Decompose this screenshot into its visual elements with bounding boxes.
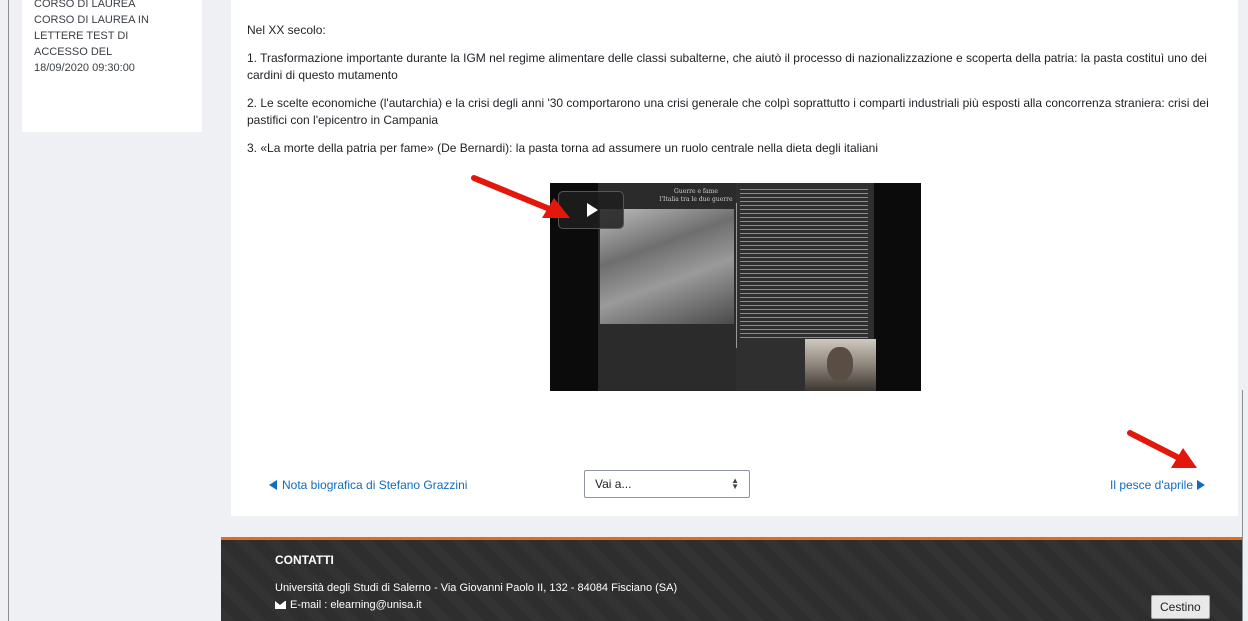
prev-activity-label: Nota biografica di Stefano Grazzini [282, 478, 468, 492]
next-activity-label: Il pesce d'aprile [1109, 478, 1193, 492]
play-icon [587, 203, 598, 217]
course-title-line: ACCESSO del [34, 46, 113, 58]
caret-left-icon [269, 480, 277, 490]
footer-address: Università degli Studi di Salerno - Via … [275, 582, 678, 594]
sidebar-course-card: CORSO DI LAUREA CORSO DI LAUREA IN LETTE… [22, 0, 202, 132]
video-player[interactable]: Guerre e fame l'Italia tra le due guerre [550, 183, 921, 391]
course-title-line: 18/09/2020 09:30:00 [34, 62, 135, 74]
content-paragraph: 3. «La morte della patria per fame» (De … [247, 141, 879, 155]
course-title-line: CORSO DI LAUREA [34, 0, 136, 10]
slide-text-block [740, 189, 868, 339]
presenter-head [827, 347, 853, 381]
course-title-line: CORSO DI LAUREA IN [34, 14, 149, 26]
jump-to-label: Vai a... [595, 477, 632, 491]
slide-divider [736, 203, 737, 348]
play-button[interactable] [558, 191, 624, 229]
slide-title: Guerre e fame l'Italia tra le due guerre [659, 188, 733, 203]
site-footer: CONTATTI Università degli Studi di Saler… [221, 537, 1242, 621]
envelope-icon [275, 601, 286, 609]
content-heading: Nel XX secolo: [247, 23, 326, 37]
trash-tooltip: Cestino [1151, 595, 1210, 619]
footer-email: E-mail : elearning@unisa.it [290, 599, 422, 611]
content-paragraph: 2. Le scelte economiche (l'autarchia) e … [247, 96, 1209, 127]
main-content-card: Nel XX secolo: 1. Trasformazione importa… [231, 0, 1238, 516]
course-title-line: LETTERE TEST DI [34, 30, 129, 42]
caret-right-icon [1197, 480, 1205, 490]
content-paragraph: 1. Trasformazione importante durante la … [247, 51, 1207, 82]
prev-activity-link[interactable]: Nota biografica di Stefano Grazzini [269, 478, 467, 492]
page-border-right [1242, 390, 1243, 621]
select-arrows-icon: ▲ ▼ [731, 476, 739, 491]
footer-email-link[interactable]: E-mail : elearning@unisa.it [275, 599, 422, 611]
page-border-left [8, 0, 9, 621]
next-activity-link[interactable]: Il pesce d'aprile [1110, 478, 1205, 492]
jump-to-select[interactable]: Vai a... ▲ ▼ [584, 470, 750, 498]
footer-title: CONTATTI [275, 553, 334, 567]
course-title[interactable]: CORSO DI LAUREA CORSO DI LAUREA IN LETTE… [34, 0, 149, 75]
presenter-webcam [805, 339, 876, 391]
